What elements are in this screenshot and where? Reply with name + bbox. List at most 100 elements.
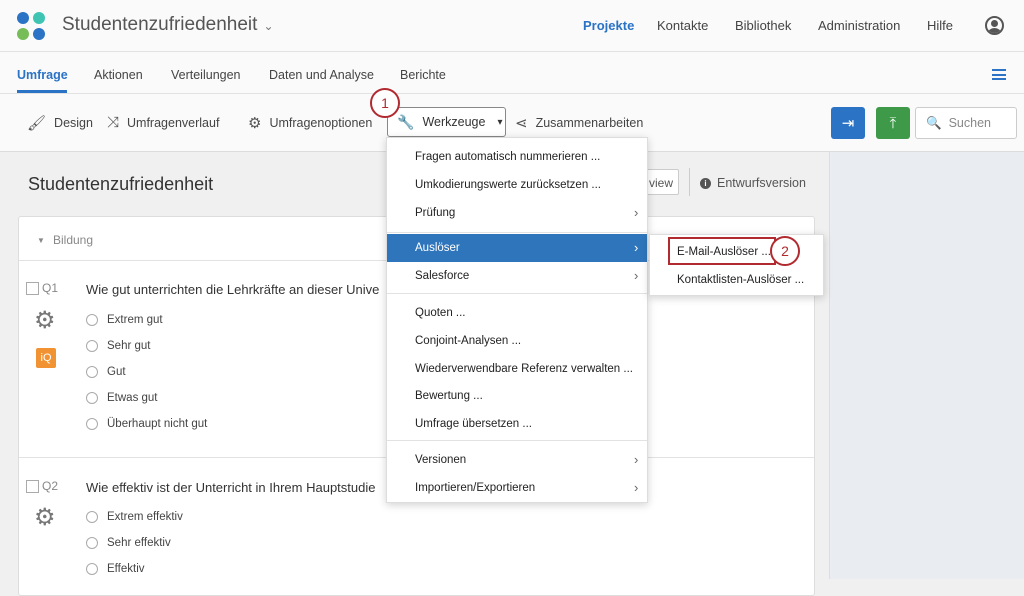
project-title-dropdown[interactable]: Studentenzufriedenheit ⌄ — [62, 14, 274, 36]
nav-projekte[interactable]: Projekte — [583, 18, 634, 33]
answer-option[interactable]: Extrem gut — [86, 314, 163, 326]
menu-item-pruefung[interactable]: Prüfung › — [387, 199, 647, 227]
chevron-right-icon: › — [634, 268, 639, 283]
wrench-icon: 🔧 — [397, 113, 415, 130]
callout-badge-2: 2 — [770, 236, 800, 266]
question-checkbox[interactable] — [26, 479, 39, 493]
radio-button[interactable] — [86, 366, 98, 378]
gear-icon[interactable]: ⚙ — [34, 309, 56, 333]
answer-option[interactable]: Etwas gut — [86, 392, 158, 404]
answer-option[interactable]: Extrem effektiv — [86, 511, 183, 523]
menu-item-label: Importieren/Exportieren — [415, 482, 536, 494]
question-number-label: Q1 — [42, 281, 59, 295]
radio-button[interactable] — [86, 418, 98, 430]
publish-button[interactable]: ⤒ — [876, 107, 910, 139]
collapse-triangle-icon[interactable]: ▼ — [37, 236, 45, 245]
qualtrics-logo[interactable] — [17, 12, 47, 42]
question-text[interactable]: Wie effektiv ist der Unterricht in Ihrem… — [86, 480, 376, 495]
submenu-item-label: Kontaktlisten-Auslöser ... — [677, 274, 805, 286]
design-label: Design — [54, 116, 93, 130]
radio-button[interactable] — [86, 511, 98, 523]
menu-divider — [387, 232, 647, 233]
answer-option[interactable]: Effektiv — [86, 563, 145, 575]
iq-badge[interactable]: iQ — [36, 348, 56, 368]
menu-item-quoten[interactable]: Quoten ... — [387, 299, 647, 327]
answer-option[interactable]: Gut — [86, 366, 126, 378]
draft-version-indicator[interactable]: i Entwurfsversion — [700, 176, 806, 190]
radio-button[interactable] — [86, 392, 98, 404]
answer-option[interactable]: Sehr gut — [86, 340, 150, 352]
menu-item-bewertung[interactable]: Bewertung ... — [387, 382, 647, 410]
menu-item-label: Versionen — [415, 454, 467, 466]
question-number[interactable]: Q2 — [26, 479, 58, 493]
nav-kontakte[interactable]: Kontakte — [657, 18, 708, 33]
logo-dot — [17, 12, 29, 24]
design-button[interactable]: 🖌 Design — [27, 114, 93, 132]
menu-item-fragen-nummerieren[interactable]: Fragen automatisch nummerieren ... — [387, 143, 647, 171]
tab-umfrage[interactable]: Umfrage — [17, 68, 68, 82]
werkzeuge-button[interactable]: 🔧 Werkzeuge ▾ — [387, 107, 506, 137]
menu-item-referenz[interactable]: Wiederverwendbare Referenz verwalten ... — [387, 355, 647, 383]
radio-button[interactable] — [86, 537, 98, 549]
preview-survey-button[interactable]: ⇥ — [831, 107, 865, 139]
option-label: Extrem gut — [107, 314, 163, 326]
question-number-label: Q2 — [42, 479, 59, 493]
radio-button[interactable] — [86, 340, 98, 352]
menu-item-conjoint[interactable]: Conjoint-Analysen ... — [387, 327, 647, 355]
gear-icon[interactable]: ⚙ — [34, 506, 56, 530]
umfragenoptionen-label: Umfragenoptionen — [269, 116, 373, 130]
menu-item-label: Conjoint-Analysen ... — [415, 335, 522, 347]
survey-title: Studentenzufriedenheit — [28, 174, 214, 194]
option-label: Extrem effektiv — [107, 511, 183, 523]
menu-item-uebersetzen[interactable]: Umfrage übersetzen ... — [387, 410, 647, 438]
chevron-right-icon: › — [634, 240, 639, 255]
menu-item-umkodierungswerte[interactable]: Umkodierungswerte zurücksetzen ... — [387, 171, 647, 199]
project-title: Studentenzufriedenheit — [62, 14, 258, 35]
search-input[interactable]: 🔍 Suchen — [915, 107, 1017, 139]
menu-item-salesforce[interactable]: Salesforce › — [387, 262, 647, 290]
menu-divider — [387, 293, 647, 294]
menu-item-label: Wiederverwendbare Referenz verwalten ... — [415, 363, 633, 375]
preview-icon: ⇥ — [841, 115, 855, 132]
zusammenarbeiten-button[interactable]: ⋖ Zusammenarbeiten — [515, 114, 643, 132]
werkzeuge-label: Werkzeuge — [422, 115, 486, 129]
draft-label: Entwurfsversion — [717, 176, 806, 190]
chevron-right-icon: › — [634, 452, 639, 467]
menu-item-label: Bewertung ... — [415, 390, 483, 402]
option-label: Überhaupt nicht gut — [107, 418, 208, 430]
answer-option[interactable]: Überhaupt nicht gut — [86, 418, 207, 430]
umfragenverlauf-button[interactable]: ⤨ Umfragenverlauf — [107, 114, 219, 131]
radio-button[interactable] — [86, 563, 98, 575]
question-number[interactable]: Q1 — [26, 281, 58, 295]
werkzeuge-menu: Fragen automatisch nummerieren ... Umkod… — [386, 137, 648, 503]
top-bar: Studentenzufriedenheit ⌄ Projekte Kontakt… — [0, 0, 1024, 52]
share-icon: ⋖ — [515, 115, 528, 132]
question-checkbox[interactable] — [26, 281, 39, 295]
menu-item-versionen[interactable]: Versionen › — [387, 446, 647, 474]
menu-item-importieren-exportieren[interactable]: Importieren/Exportieren › — [387, 474, 647, 502]
nav-bibliothek[interactable]: Bibliothek — [735, 18, 791, 33]
user-circle-icon[interactable] — [985, 16, 1004, 35]
list-icon[interactable] — [992, 69, 1006, 80]
menu-item-label: Umfrage übersetzen ... — [415, 418, 532, 430]
chevron-right-icon: › — [634, 480, 639, 495]
question-text[interactable]: Wie gut unterrichten die Lehrkräfte an d… — [86, 282, 379, 297]
nav-hilfe[interactable]: Hilfe — [927, 18, 953, 33]
gear-icon: ⚙ — [248, 115, 262, 132]
highlight-box — [668, 237, 776, 265]
menu-item-ausloeser[interactable]: Auslöser › — [387, 234, 647, 262]
submenu-item-kontaktlisten-ausloeser[interactable]: Kontaktlisten-Auslöser ... — [650, 266, 823, 294]
paintbrush-icon: 🖌 — [27, 115, 47, 132]
tab-daten-und-analyse[interactable]: Daten und Analyse — [269, 68, 374, 82]
answer-option[interactable]: Sehr effektiv — [86, 537, 171, 549]
nav-administration[interactable]: Administration — [818, 18, 900, 33]
option-label: Sehr effektiv — [107, 537, 171, 549]
umfragenoptionen-button[interactable]: ⚙ Umfragenoptionen — [248, 114, 372, 132]
tab-verteilungen[interactable]: Verteilungen — [171, 68, 241, 82]
shuffle-flow-icon: ⤨ — [107, 114, 120, 131]
menu-item-label: Auslöser — [415, 242, 460, 254]
option-label: Etwas gut — [107, 392, 158, 404]
radio-button[interactable] — [86, 314, 98, 326]
tab-aktionen[interactable]: Aktionen — [94, 68, 143, 82]
tab-berichte[interactable]: Berichte — [400, 68, 446, 82]
